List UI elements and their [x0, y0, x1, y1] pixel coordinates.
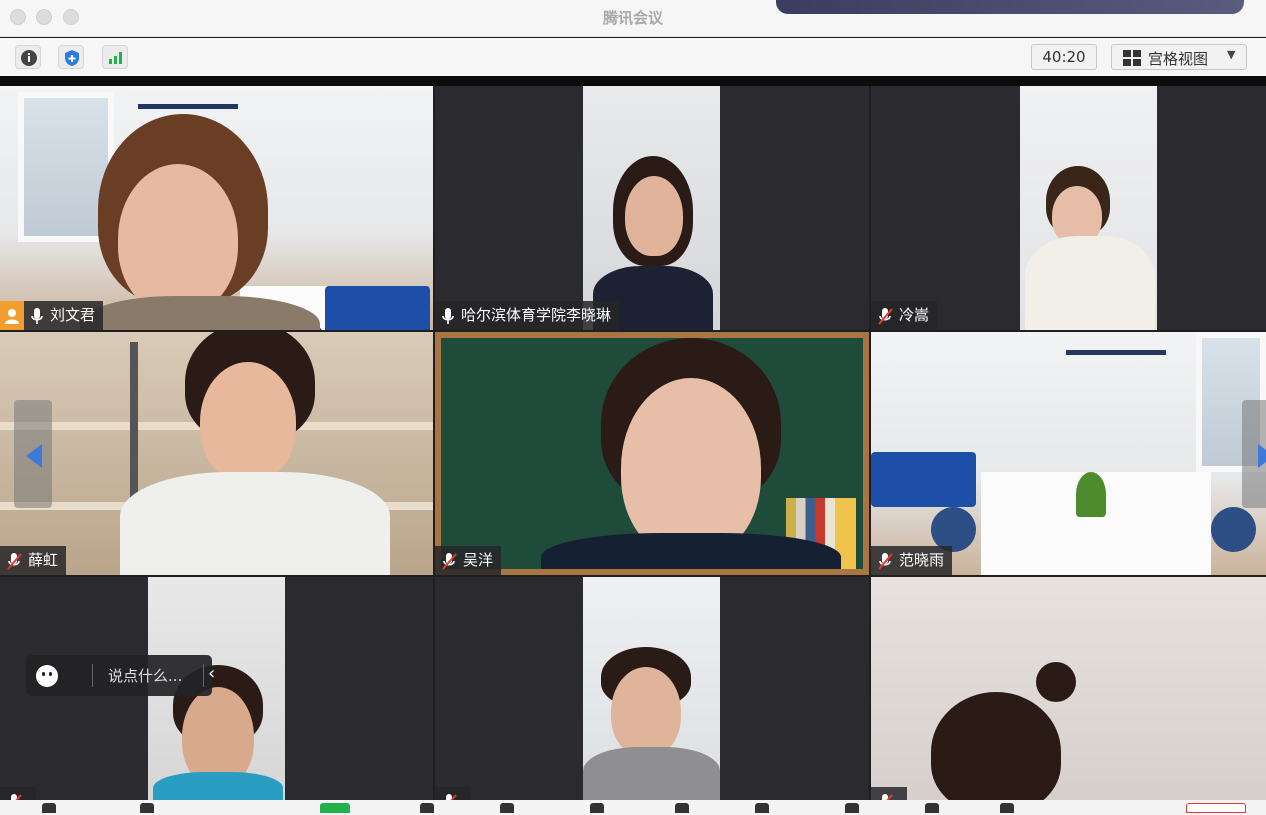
- members-icon[interactable]: [500, 803, 514, 813]
- network-status-button[interactable]: [102, 45, 128, 69]
- video-tile-3[interactable]: 冷嵩: [871, 86, 1266, 330]
- participant-label: [435, 787, 471, 800]
- video-feed: [1020, 86, 1157, 330]
- participant-name: 范晓雨: [899, 551, 945, 569]
- separator-bar: [0, 76, 1266, 86]
- shield-icon: [65, 50, 79, 66]
- signal-icon: [109, 52, 122, 64]
- divider: [92, 664, 93, 687]
- video-tile-8[interactable]: [435, 577, 869, 800]
- more-icon[interactable]: [1000, 803, 1014, 813]
- mic-muted-icon: [446, 793, 457, 800]
- mic-on-icon: [31, 307, 43, 324]
- video-tile-1[interactable]: 刘文君: [0, 86, 433, 330]
- view-mode-label: 宫格视图: [1148, 50, 1209, 68]
- title-bar: 腾讯会议: [0, 0, 1266, 37]
- mic-muted-icon: [878, 307, 893, 325]
- settings-icon[interactable]: [845, 803, 859, 813]
- video-tile-2[interactable]: 哈尔滨体育学院李晓琳: [435, 86, 869, 330]
- caret-down-icon: ▼: [1227, 48, 1236, 61]
- previous-page-button[interactable]: [14, 400, 52, 508]
- meeting-timer: 40:20: [1031, 44, 1097, 70]
- collapse-chevron-icon[interactable]: ‹: [208, 663, 215, 684]
- participant-label: 薛虹: [0, 546, 67, 575]
- quick-chat-input[interactable]: 说点什么... ‹: [26, 655, 215, 696]
- reactions-icon[interactable]: [925, 803, 939, 813]
- mic-on-icon: [442, 307, 454, 324]
- share-screen-icon[interactable]: [320, 803, 350, 813]
- video-feed: [0, 332, 433, 575]
- video-feed: [871, 577, 1266, 800]
- video-feed: [435, 332, 869, 575]
- divider: [203, 664, 204, 687]
- participant-name: 哈尔滨体育学院李晓琳: [461, 306, 612, 324]
- chat-placeholder: 说点什么...: [108, 667, 183, 685]
- notification-banner: [776, 0, 1244, 14]
- mic-icon[interactable]: [42, 803, 56, 813]
- mic-muted-icon: [878, 552, 893, 570]
- participant-label: [871, 787, 907, 800]
- security-button[interactable]: [58, 45, 84, 69]
- meeting-info-button[interactable]: [15, 45, 41, 69]
- host-icon: [0, 301, 24, 330]
- emoji-icon[interactable]: [36, 665, 62, 693]
- video-feed: [0, 86, 433, 330]
- mic-muted-icon: [7, 552, 22, 570]
- info-icon: [21, 50, 37, 66]
- top-toolbar: 40:20 宫格视图 ▼: [0, 38, 1266, 76]
- view-mode-dropdown[interactable]: 宫格视图 ▼: [1111, 44, 1247, 70]
- participant-label: 刘文君: [0, 301, 104, 330]
- video-feed: [871, 332, 1266, 575]
- participant-name: 刘文君: [50, 306, 96, 324]
- participant-label: 吴洋: [435, 546, 502, 575]
- participant-label: 冷嵩: [871, 301, 938, 330]
- mic-muted-icon: [11, 793, 22, 800]
- invite-icon[interactable]: [420, 803, 434, 813]
- meeting-window: 腾讯会议 40:20 宫格视图 ▼ 刘文君 哈尔滨体育学院李晓琳 冷嵩 薛虹 吴…: [0, 0, 1266, 815]
- video-feed: [583, 577, 720, 800]
- video-tile-5[interactable]: 吴洋: [435, 332, 869, 575]
- chat-icon[interactable]: [590, 803, 604, 813]
- participant-label: [0, 787, 36, 800]
- participant-name: 冷嵩: [899, 306, 930, 324]
- grid-view-icon: [1123, 50, 1141, 66]
- arrow-left-icon: [26, 444, 42, 468]
- video-tile-4[interactable]: 薛虹: [0, 332, 433, 575]
- arrow-right-icon: [1258, 444, 1266, 468]
- apps-icon[interactable]: [755, 803, 769, 813]
- video-tile-6[interactable]: 范晓雨: [871, 332, 1266, 575]
- participant-name: 薛虹: [28, 551, 59, 569]
- video-tile-9[interactable]: [871, 577, 1266, 800]
- video-feed: [583, 86, 720, 330]
- participant-label: 范晓雨: [871, 546, 953, 575]
- participant-label: 哈尔滨体育学院李晓琳: [435, 301, 620, 330]
- camera-icon[interactable]: [140, 803, 154, 813]
- participant-name: 吴洋: [463, 551, 494, 569]
- mic-muted-icon: [882, 793, 893, 800]
- bottom-toolbar: [0, 800, 1266, 815]
- mic-muted-icon: [442, 552, 457, 570]
- leave-meeting-button[interactable]: [1186, 803, 1246, 813]
- next-page-button[interactable]: [1242, 400, 1266, 508]
- record-icon[interactable]: [675, 803, 689, 813]
